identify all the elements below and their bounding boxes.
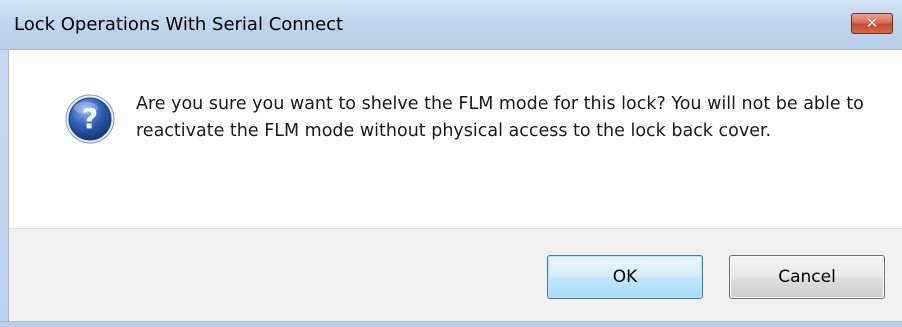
title-bar[interactable]: Lock Operations With Serial Connect ✕ — [0, 0, 902, 50]
dialog-content: ? Are you sure you want to shelve the FL… — [9, 50, 902, 228]
message-dialog: Lock Operations With Serial Connect ✕ ? … — [0, 0, 902, 327]
ok-button[interactable]: OK — [547, 255, 703, 299]
window-left-border — [0, 50, 9, 327]
question-icon: ? — [65, 94, 115, 144]
window-bottom-border — [0, 321, 902, 327]
close-icon: ✕ — [865, 14, 879, 32]
dialog-message: Are you sure you want to shelve the FLM … — [136, 94, 864, 141]
button-bar: OK Cancel — [9, 228, 902, 327]
svg-text:?: ? — [82, 102, 98, 135]
close-button[interactable]: ✕ — [851, 13, 893, 34]
window-title: Lock Operations With Serial Connect — [14, 14, 344, 35]
cancel-button[interactable]: Cancel — [729, 255, 885, 299]
